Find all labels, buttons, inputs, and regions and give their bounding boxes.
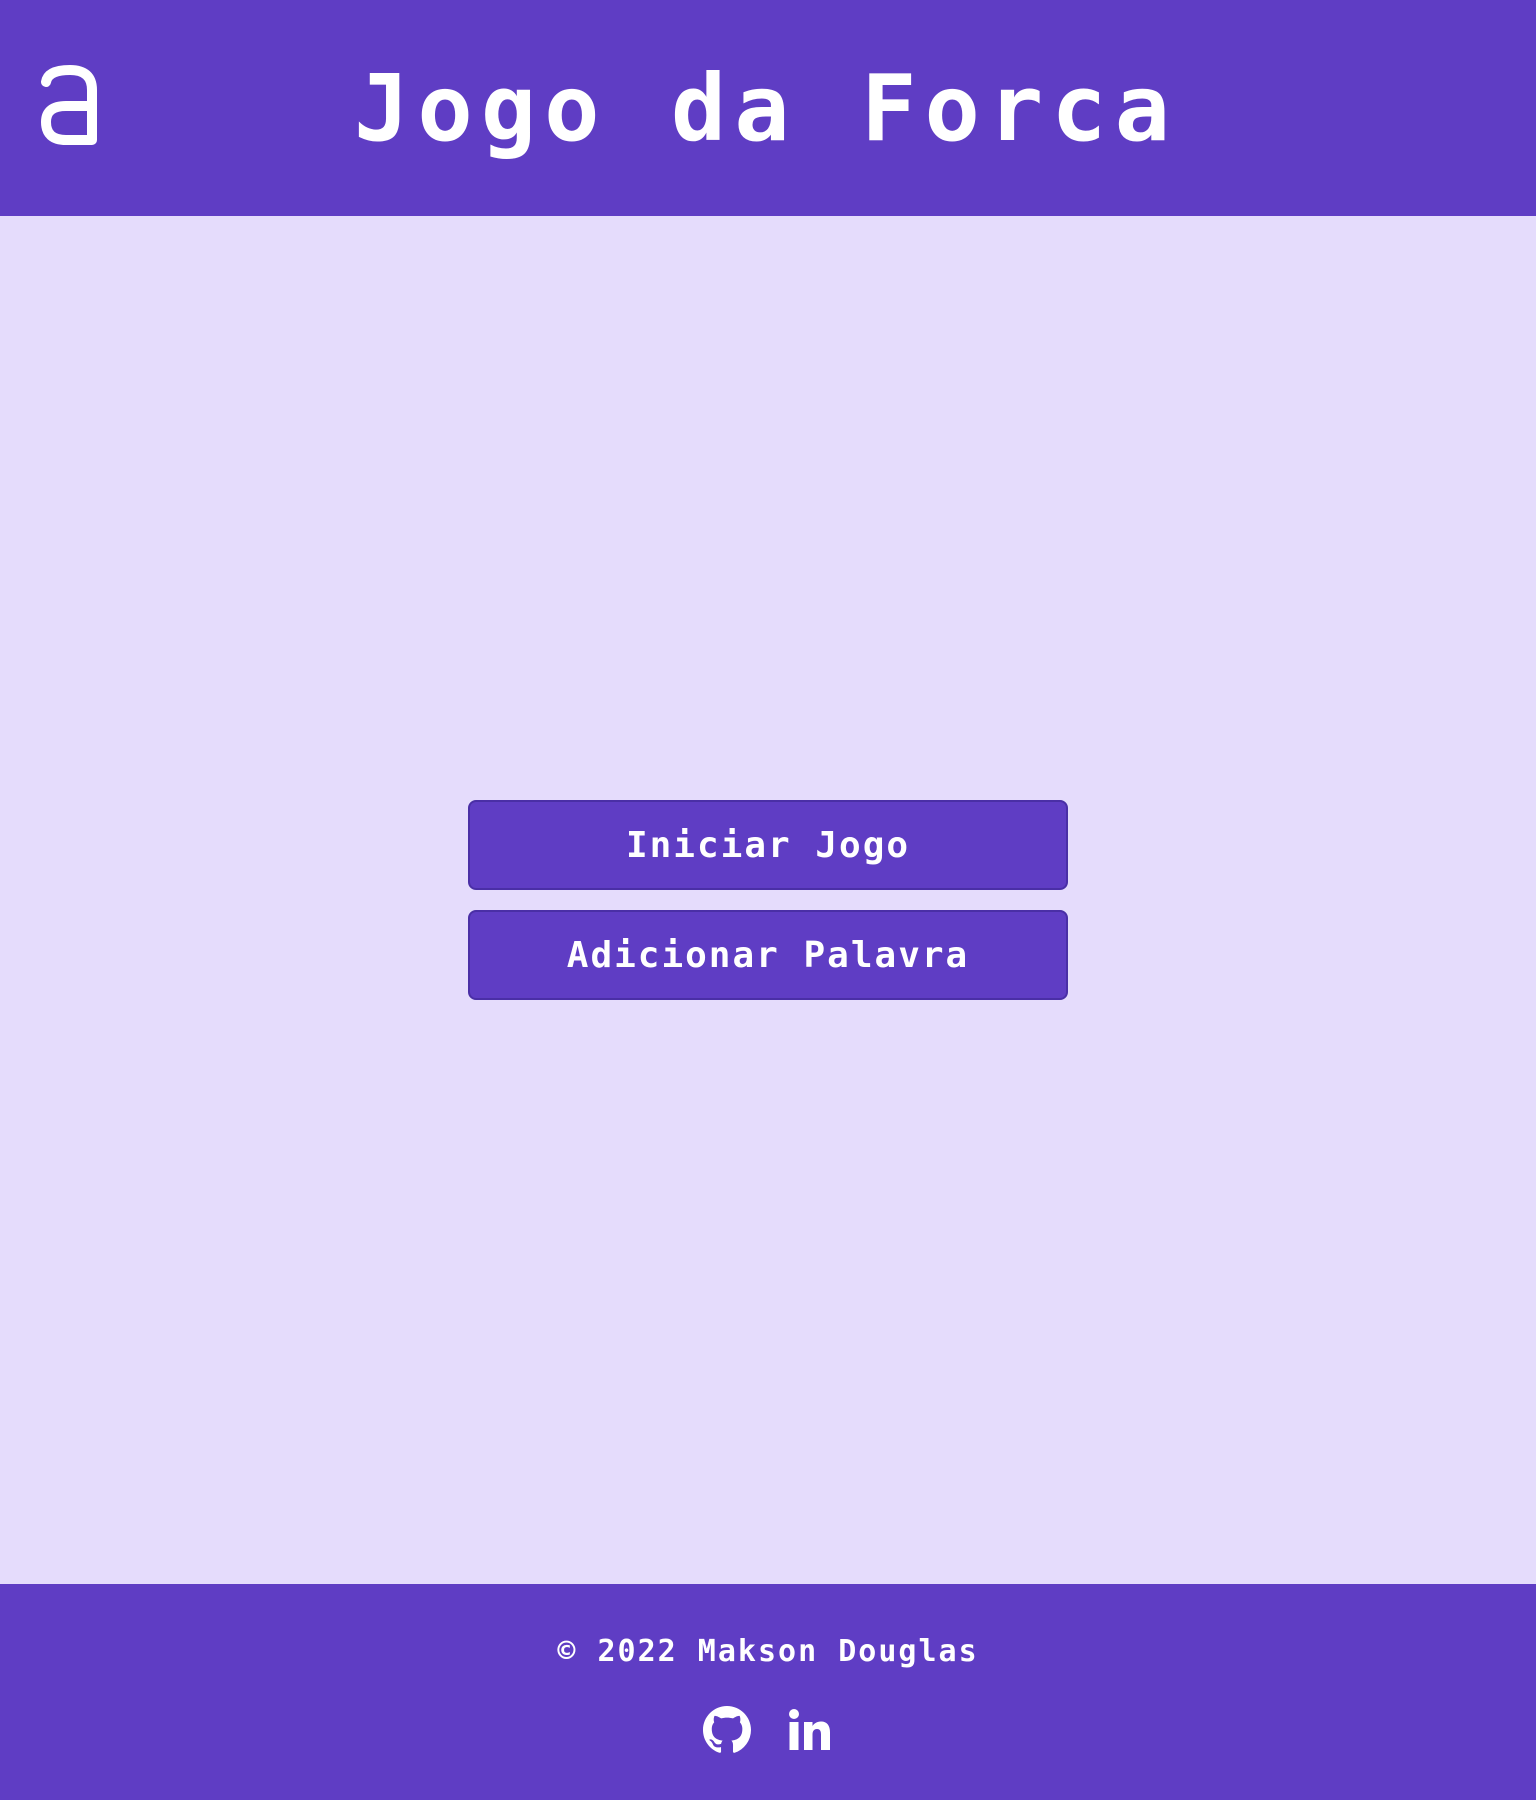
copyright-text: © 2022 Makson Douglas bbox=[557, 1634, 979, 1669]
social-links bbox=[0, 1706, 1536, 1754]
github-link[interactable] bbox=[703, 1706, 751, 1754]
linkedin-icon bbox=[789, 1709, 830, 1750]
add-word-button[interactable]: Adicionar Palavra bbox=[468, 910, 1068, 1000]
page-title: Jogo da Forca bbox=[353, 54, 1179, 162]
header: Jogo da Forca bbox=[0, 0, 1536, 216]
start-game-button[interactable]: Iniciar Jogo bbox=[468, 800, 1068, 890]
main-content: Iniciar Jogo Adicionar Palavra bbox=[0, 216, 1536, 1584]
footer: © 2022 Makson Douglas bbox=[0, 1584, 1536, 1800]
github-icon bbox=[703, 1706, 751, 1753]
linkedin-link[interactable] bbox=[785, 1706, 833, 1754]
